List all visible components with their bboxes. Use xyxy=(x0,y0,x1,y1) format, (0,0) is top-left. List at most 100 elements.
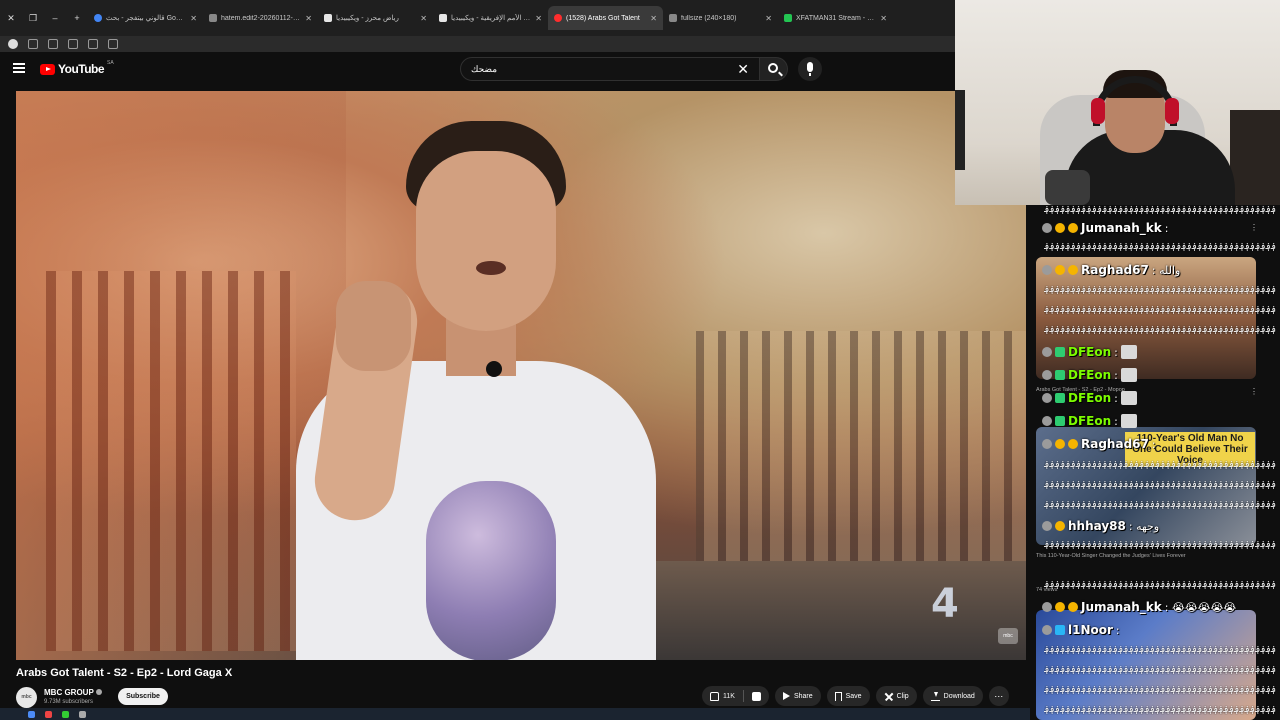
chat-username[interactable]: Jumanah_kk xyxy=(1081,221,1162,235)
save-label: Save xyxy=(845,692,862,700)
browser-tab[interactable]: (1528) Arabs Got Talent ✕ xyxy=(548,6,663,30)
chat-spam-line xyxy=(1044,705,1276,715)
close-tab-icon[interactable]: ✕ xyxy=(880,14,887,23)
browser-tab[interactable]: كأس الأمم الإفريقية - ويكيبيديا ✕ xyxy=(433,6,548,30)
chat-username[interactable]: Raghad67 xyxy=(1081,263,1149,277)
share-button[interactable]: Share xyxy=(774,686,821,706)
chat-emote-icon xyxy=(1120,345,1137,359)
hamburger-menu-icon[interactable] xyxy=(13,63,25,73)
tab-label: رياض محرز - ويكيبيديا xyxy=(336,15,399,22)
key-icon[interactable] xyxy=(88,39,98,49)
taskbar-app-icon[interactable] xyxy=(45,710,52,718)
chat-message: DFEon: xyxy=(1042,345,1137,359)
chat-spam-line xyxy=(1044,540,1276,550)
stage-floor xyxy=(636,561,1026,660)
share-label: Share xyxy=(793,692,813,700)
chat-username[interactable]: DFEon xyxy=(1068,391,1111,405)
chat-username[interactable]: Raghad67 xyxy=(1081,437,1149,451)
cast-icon[interactable] xyxy=(108,39,118,49)
more-options-icon[interactable]: ⋮ xyxy=(1250,387,1258,396)
close-tab-icon[interactable]: ✕ xyxy=(650,14,657,23)
chat-username[interactable]: hhhay88 xyxy=(1068,519,1126,533)
bookmark-icon[interactable] xyxy=(48,39,58,49)
chat-message: Jumanah_kk: 😭😭😭😭😭 xyxy=(1042,600,1236,614)
chat-text: : xyxy=(1114,391,1118,405)
channel-name-row[interactable]: MBC GROUP xyxy=(44,688,102,697)
webcam-door xyxy=(955,90,965,170)
taskbar xyxy=(0,708,1030,720)
microphone-arm xyxy=(1045,170,1090,205)
restore-window-icon[interactable]: ❐ xyxy=(22,13,44,24)
new-tab-icon[interactable]: + xyxy=(66,13,88,23)
mod-badge-icon xyxy=(1042,416,1052,426)
microphone-icon xyxy=(807,62,813,76)
sub-badge-icon xyxy=(1068,265,1078,275)
voice-search-button[interactable] xyxy=(798,57,822,81)
chat-username[interactable]: DFEon xyxy=(1068,368,1111,382)
chat-username[interactable]: l1Noor xyxy=(1068,623,1113,637)
channel-avatar[interactable]: mbc xyxy=(16,687,37,708)
chat-username[interactable]: Jumanah_kk xyxy=(1081,600,1162,614)
profile-icon[interactable] xyxy=(8,39,18,49)
tab-label: (1528) Arabs Got Talent xyxy=(566,14,640,22)
channel-name[interactable]: MBC GROUP xyxy=(44,688,94,697)
recommended-title[interactable]: This 110-Year-Old Singer Changed the Jud… xyxy=(1036,553,1186,559)
browser-tab[interactable]: fullsize (240×180) ✕ xyxy=(663,6,778,30)
extensions-icon[interactable] xyxy=(28,39,38,49)
chat-spam-line xyxy=(1044,325,1276,335)
more-options-icon[interactable]: ⋮ xyxy=(1250,223,1258,232)
browser-tab[interactable]: قالوني بيتفجر - بحث Google ✕ xyxy=(88,6,203,30)
subscribe-button[interactable]: Subscribe xyxy=(118,688,168,705)
verified-icon xyxy=(95,689,102,695)
star-icon[interactable] xyxy=(68,39,78,49)
browser-tab[interactable]: XFATMAN31 Stream - Watch✕ xyxy=(778,6,893,30)
headset-microphone xyxy=(486,361,502,377)
close-tab-icon[interactable]: ✕ xyxy=(305,14,312,23)
taskbar-app-icon[interactable] xyxy=(28,710,35,718)
performer-mouth xyxy=(476,261,506,275)
search-button[interactable] xyxy=(760,57,788,81)
minimize-window-icon[interactable]: – xyxy=(44,13,66,23)
clear-search-icon[interactable]: ✕ xyxy=(737,61,749,78)
more-actions-button[interactable]: ⋯ xyxy=(988,686,1009,706)
headset-earcup-left xyxy=(1091,98,1105,124)
sub-badge-icon xyxy=(1055,223,1065,233)
youtube-header: YouTube SA ✕ xyxy=(0,52,955,88)
save-button[interactable]: Save xyxy=(826,686,870,706)
show-logo-mark: 4 xyxy=(931,581,959,627)
scissors-icon xyxy=(884,692,893,701)
chat-message: Jumanah_kk: xyxy=(1042,221,1168,235)
close-tab-icon[interactable]: ✕ xyxy=(420,14,427,23)
close-tab-icon[interactable]: ✕ xyxy=(535,14,542,23)
youtube-logo[interactable]: YouTube SA xyxy=(40,60,114,76)
browser-tab[interactable]: hatem.edit2-20260112-0001 ✕ xyxy=(203,6,318,30)
chat-username[interactable]: DFEon xyxy=(1068,345,1111,359)
thumbs-down-icon xyxy=(751,691,761,701)
subscriber-count: 9.73M subscribers xyxy=(44,699,94,705)
search-input[interactable] xyxy=(471,64,738,74)
channel-watermark[interactable]: mbc xyxy=(998,628,1018,644)
chat-spam-line xyxy=(1044,500,1276,510)
taskbar-app-icon[interactable] xyxy=(62,710,69,718)
close-window-icon[interactable]: ✕ xyxy=(0,13,22,24)
sub-badge-icon xyxy=(1055,439,1065,449)
taskbar-app-icon[interactable] xyxy=(79,710,86,718)
sub-badge-icon xyxy=(1055,265,1065,275)
mod-badge-icon xyxy=(1042,393,1052,403)
chat-username[interactable]: DFEon xyxy=(1068,414,1111,428)
close-tab-icon[interactable]: ✕ xyxy=(765,14,772,23)
vip-badge-icon xyxy=(1055,416,1065,426)
chat-message: DFEon: xyxy=(1042,368,1137,382)
chat-overlay: 110-Year's Old Man No One Could Believe … xyxy=(1030,205,1280,720)
download-button[interactable]: Download xyxy=(922,686,983,706)
clip-button[interactable]: Clip xyxy=(875,686,917,706)
chat-spam-line xyxy=(1044,285,1276,295)
wikipedia-icon xyxy=(439,14,447,22)
mod-badge-icon xyxy=(1042,521,1052,531)
like-button[interactable]: 11K xyxy=(702,686,743,706)
browser-tab[interactable]: رياض محرز - ويكيبيديا ✕ xyxy=(318,6,433,30)
dislike-button[interactable] xyxy=(744,686,769,706)
vip-badge-icon xyxy=(1055,370,1065,380)
close-tab-icon[interactable]: ✕ xyxy=(190,14,197,23)
video-player[interactable]: 4 mbc xyxy=(16,91,1026,660)
